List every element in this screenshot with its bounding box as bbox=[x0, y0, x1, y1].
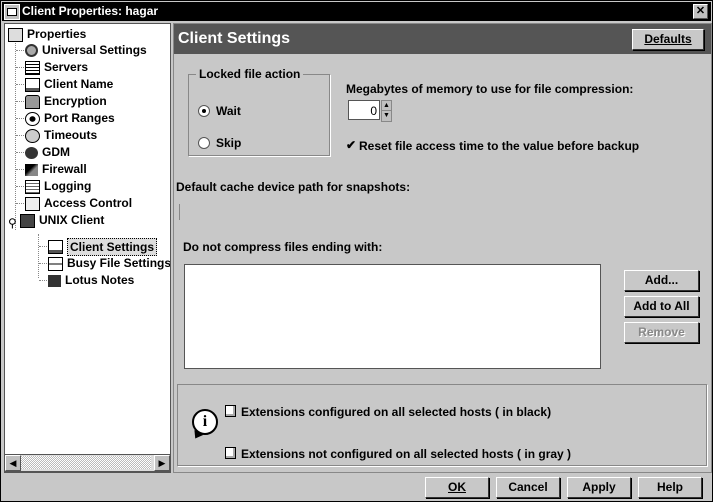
locked-file-action-title: Locked file action bbox=[196, 67, 304, 81]
unix-client-icon bbox=[20, 213, 35, 228]
add-to-all-button[interactable]: Add to All bbox=[624, 296, 699, 317]
remove-button: Remove bbox=[624, 322, 699, 343]
tree-item-unix-client[interactable]: ⚲ UNIX Client bbox=[8, 212, 104, 230]
properties-tree[interactable]: Properties Universal Settings Servers Cl… bbox=[4, 23, 171, 473]
window-icon bbox=[4, 4, 20, 20]
tree-item-logging[interactable]: Logging bbox=[25, 178, 91, 194]
ok-button[interactable]: OK bbox=[425, 477, 489, 498]
defaults-button[interactable]: Defaults bbox=[632, 29, 704, 50]
cache-path-input[interactable] bbox=[179, 204, 181, 220]
tree-item-firewall[interactable]: Firewall bbox=[25, 161, 87, 177]
scroll-right-icon[interactable]: ▶ bbox=[154, 455, 170, 471]
add-button[interactable]: Add... bbox=[624, 270, 699, 291]
access-control-icon bbox=[25, 196, 40, 211]
computer-icon bbox=[25, 77, 40, 92]
client-properties-window: Client Properties: hagar ✕ Properties Un… bbox=[0, 0, 713, 502]
panel-title: Client Settings bbox=[178, 30, 291, 47]
client-settings-icon bbox=[48, 239, 63, 254]
tree-item-access-control[interactable]: Access Control bbox=[25, 195, 132, 211]
info-icon: i bbox=[192, 409, 218, 435]
tree-item-timeouts[interactable]: Timeouts bbox=[25, 127, 97, 143]
reset-access-checkbox[interactable]: ✔ bbox=[346, 139, 357, 151]
window-title: Client Properties: hagar bbox=[22, 4, 159, 18]
cancel-button[interactable]: Cancel bbox=[496, 477, 560, 498]
tree-root-properties[interactable]: Properties bbox=[8, 26, 86, 42]
properties-icon bbox=[8, 27, 23, 42]
lotus-notes-icon bbox=[48, 274, 61, 287]
tree-item-client-name[interactable]: Client Name bbox=[25, 76, 113, 92]
close-icon[interactable]: ✕ bbox=[693, 4, 708, 19]
unconfigured-extension-icon bbox=[225, 447, 236, 459]
clock-icon bbox=[25, 128, 40, 143]
gear-icon bbox=[25, 44, 38, 58]
tree-horizontal-scrollbar[interactable]: ◀ ▶ bbox=[4, 454, 171, 472]
reset-access-label[interactable]: Reset file access time to the value befo… bbox=[359, 139, 639, 153]
memory-label: Megabytes of memory to use for file comp… bbox=[346, 82, 634, 96]
logging-icon bbox=[25, 179, 40, 194]
wait-radio[interactable] bbox=[198, 105, 210, 117]
tree-item-busy-file-settings[interactable]: Busy File Settings bbox=[48, 255, 170, 271]
scroll-left-icon[interactable]: ◀ bbox=[5, 455, 21, 471]
skip-radio-label[interactable]: Skip bbox=[216, 136, 241, 150]
extensions-listbox[interactable] bbox=[184, 264, 601, 369]
gdm-icon bbox=[25, 146, 38, 159]
port-icon bbox=[25, 111, 40, 126]
help-button[interactable]: Help bbox=[638, 477, 702, 498]
apply-button[interactable]: Apply bbox=[567, 477, 631, 498]
tree-item-lotus-notes[interactable]: Lotus Notes bbox=[48, 272, 134, 288]
legend-gray-text: Extensions not configured on all selecte… bbox=[241, 447, 572, 461]
skip-radio[interactable] bbox=[198, 137, 210, 149]
tree-item-universal-settings[interactable]: Universal Settings bbox=[25, 42, 147, 58]
busy-file-icon bbox=[48, 256, 63, 271]
server-icon bbox=[25, 60, 40, 75]
title-bar[interactable]: Client Properties: hagar ✕ bbox=[2, 2, 711, 21]
tree-item-client-settings[interactable]: Client Settings bbox=[48, 238, 158, 256]
tree-item-servers[interactable]: Servers bbox=[25, 59, 88, 75]
wait-radio-label[interactable]: Wait bbox=[216, 104, 241, 118]
tree-item-port-ranges[interactable]: Port Ranges bbox=[25, 110, 115, 126]
client-settings-panel: Client Settings Defaults Locked file act… bbox=[173, 23, 712, 473]
no-compress-label: Do not compress files ending with: bbox=[183, 240, 383, 254]
cache-path-label: Default cache device path for snapshots: bbox=[176, 180, 411, 194]
lock-icon bbox=[25, 94, 40, 109]
legend-black-text: Extensions configured on all selected ho… bbox=[241, 405, 552, 419]
tree-item-gdm[interactable]: GDM bbox=[25, 144, 70, 160]
memory-spinner-input[interactable]: 0 bbox=[348, 100, 380, 120]
panel-header: Client Settings Defaults bbox=[174, 24, 711, 54]
expand-handle-icon[interactable]: ⚲ bbox=[8, 215, 17, 230]
firewall-icon bbox=[25, 163, 38, 176]
configured-extension-icon bbox=[225, 405, 236, 417]
tree-item-encryption[interactable]: Encryption bbox=[25, 93, 107, 109]
scroll-thumb[interactable] bbox=[21, 456, 151, 469]
spin-down-icon[interactable]: ▼ bbox=[381, 110, 392, 122]
